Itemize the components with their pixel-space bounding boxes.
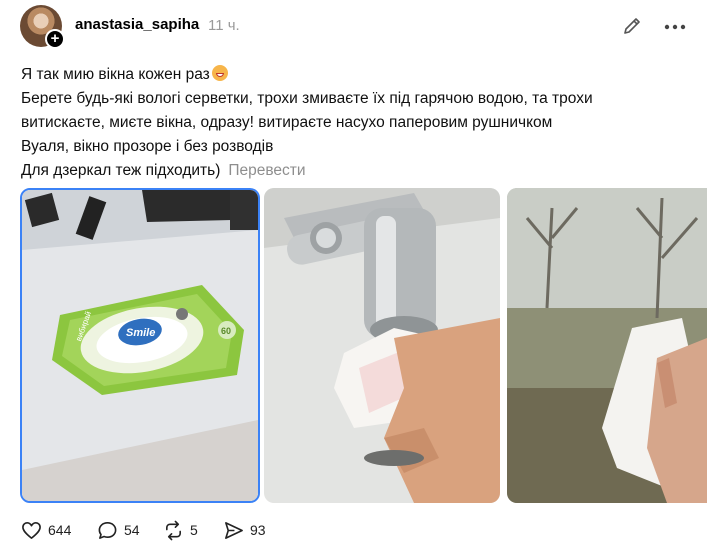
edit-icon[interactable] [621, 15, 643, 37]
repost-count: 5 [190, 522, 198, 538]
post-photo-3[interactable] [507, 188, 707, 503]
post-photo-2[interactable] [264, 188, 500, 503]
post-time: 11 ч. [208, 17, 240, 34]
post-line: Я так мию вікна кожен раз [21, 63, 691, 87]
comment-button[interactable]: 54 [97, 519, 140, 541]
share-icon [225, 521, 243, 539]
package-count: 60 [221, 326, 231, 336]
username[interactable]: anastasia_sapiha [75, 16, 199, 33]
translate-link[interactable]: Перевести [228, 162, 305, 179]
wipes-package-image: Smile вибирай 60 [22, 190, 258, 501]
faucet-image [264, 188, 500, 503]
like-button[interactable]: 644 [21, 519, 71, 541]
repost-button[interactable]: 5 [163, 519, 198, 541]
grinning-emoji-icon [211, 65, 228, 81]
more-icon[interactable] [664, 24, 686, 30]
post-line: Вуаля, вікно прозоре і без розводів [21, 138, 274, 155]
repost-icon [166, 520, 181, 540]
comment-count: 54 [124, 522, 140, 538]
post-text: Я так мию вікна кожен раз Берете будь-як… [21, 63, 691, 183]
window-image [507, 188, 707, 503]
post-line: Для дзеркал теж підходить) Перевести [21, 162, 306, 179]
post-line: витискаєте, миєте вікна, одразу! витирає… [21, 114, 553, 131]
like-count: 644 [48, 522, 72, 538]
follow-plus-icon[interactable]: + [45, 29, 65, 49]
heart-icon [22, 521, 41, 539]
post-photo-1[interactable]: Smile вибирай 60 [20, 188, 260, 503]
package-brand: Smile [126, 327, 155, 339]
post-line: Берете будь-які вологі серветки, трохи з… [21, 90, 593, 107]
share-button[interactable]: 93 [223, 519, 266, 541]
comment-icon [98, 521, 117, 539]
share-count: 93 [250, 522, 266, 538]
